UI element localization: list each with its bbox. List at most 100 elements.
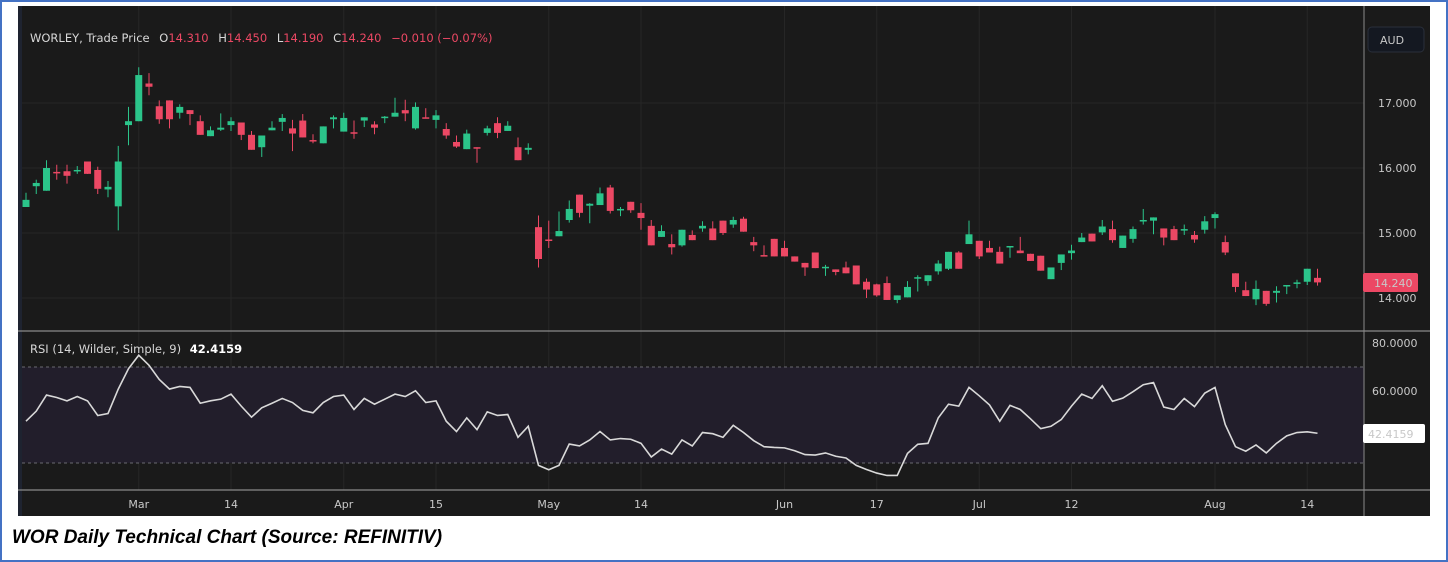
candle-body xyxy=(278,117,286,122)
candle xyxy=(770,238,778,257)
candle-body xyxy=(412,106,419,129)
low-value: 14.190 xyxy=(283,31,323,45)
candle-body xyxy=(32,182,40,187)
candle-body xyxy=(207,130,214,137)
candle-body xyxy=(678,229,686,246)
candle-body xyxy=(1109,229,1116,241)
candle xyxy=(852,265,860,285)
rsi-value: 42.4159 xyxy=(190,342,242,356)
candle-body xyxy=(1047,267,1055,280)
candle-body xyxy=(1262,290,1270,304)
candle-body xyxy=(473,147,481,149)
candle-body xyxy=(319,126,327,144)
candle-body xyxy=(904,286,911,298)
candle-body xyxy=(986,247,993,253)
candle-body xyxy=(268,127,276,131)
candle-body xyxy=(1139,220,1147,222)
candle-body xyxy=(104,186,112,190)
candle-body xyxy=(781,247,788,257)
candle-body xyxy=(1242,290,1250,297)
time-tick-label: Jun xyxy=(775,498,793,511)
candle-body xyxy=(1232,273,1239,287)
candle-body xyxy=(1088,233,1096,242)
candle xyxy=(1088,233,1096,242)
candle-body xyxy=(22,199,30,207)
candle xyxy=(1047,267,1055,280)
candle-body xyxy=(1273,290,1280,293)
candle-body xyxy=(893,295,901,300)
candle-body xyxy=(73,169,81,172)
rsi-tick-label: 80.0000 xyxy=(1372,337,1418,350)
time-tick-label: Jul xyxy=(972,498,986,511)
candle-body xyxy=(155,106,163,120)
left-edge-strip xyxy=(18,6,22,516)
candle-body xyxy=(350,132,358,134)
candle-body xyxy=(1314,277,1321,283)
candle-body xyxy=(1037,255,1045,271)
candle-body xyxy=(432,115,440,120)
candle-body xyxy=(576,194,583,213)
candle xyxy=(1027,253,1034,261)
candle-body xyxy=(565,208,573,220)
candle-body xyxy=(494,123,501,133)
price-tick-label: 17.000 xyxy=(1378,97,1417,110)
candle-body xyxy=(299,120,307,138)
candle-body xyxy=(1180,229,1188,231)
candle xyxy=(719,220,727,235)
candle-body xyxy=(360,117,368,121)
high-label: H xyxy=(218,31,227,45)
candle-body xyxy=(381,116,389,119)
candle-body xyxy=(114,161,122,207)
last-price-tag-text: 14.240 xyxy=(1374,277,1413,290)
candle-body xyxy=(1119,235,1127,248)
candle xyxy=(1262,290,1270,306)
candle-body xyxy=(1006,246,1014,248)
candle-body xyxy=(647,225,655,246)
candle-body xyxy=(668,244,676,248)
candle-body xyxy=(1191,234,1198,240)
rsi-label: RSI (14, Wilder, Simple, 9) xyxy=(30,342,181,356)
candle-body xyxy=(811,252,819,269)
candle-body xyxy=(617,208,624,211)
candle-body xyxy=(248,134,255,150)
candle-body xyxy=(309,140,317,142)
candle-body xyxy=(463,133,471,150)
candle xyxy=(84,161,91,174)
currency-label: AUD xyxy=(1380,34,1404,47)
candle-body xyxy=(504,125,512,131)
candle-body xyxy=(1057,254,1065,263)
candle-body xyxy=(1201,221,1209,230)
candle xyxy=(606,184,614,214)
candle-body xyxy=(371,124,378,128)
time-tick-label: 14 xyxy=(1300,498,1314,511)
symbol-label: WORLEY, Trade Price xyxy=(30,31,150,45)
candle-body xyxy=(1211,214,1219,219)
candle-body xyxy=(1170,229,1178,241)
candle-body xyxy=(1160,228,1168,238)
candle-body xyxy=(401,110,409,114)
candle-body xyxy=(842,267,850,274)
candle-body xyxy=(1221,242,1229,253)
candle xyxy=(811,252,819,269)
candle-body xyxy=(791,256,799,262)
candle-body xyxy=(53,171,61,174)
time-tick-label: Mar xyxy=(128,498,149,511)
candle-body xyxy=(442,129,450,136)
candle-body xyxy=(822,266,829,269)
time-tick-label: Aug xyxy=(1204,498,1225,511)
candle-body xyxy=(934,263,942,272)
candle xyxy=(319,126,327,144)
candle-body xyxy=(1016,250,1024,254)
candle-body xyxy=(483,128,491,133)
candle-body xyxy=(453,142,460,147)
candle-body xyxy=(1252,288,1260,300)
candle-body xyxy=(340,117,348,132)
candle-body xyxy=(975,240,983,257)
candle-body xyxy=(196,121,204,135)
candle-body xyxy=(1293,282,1301,284)
candle-body xyxy=(658,231,665,237)
candle-body xyxy=(801,262,809,268)
candle-body xyxy=(596,193,604,206)
open-label: O xyxy=(159,31,168,45)
time-tick-label: May xyxy=(537,498,560,511)
